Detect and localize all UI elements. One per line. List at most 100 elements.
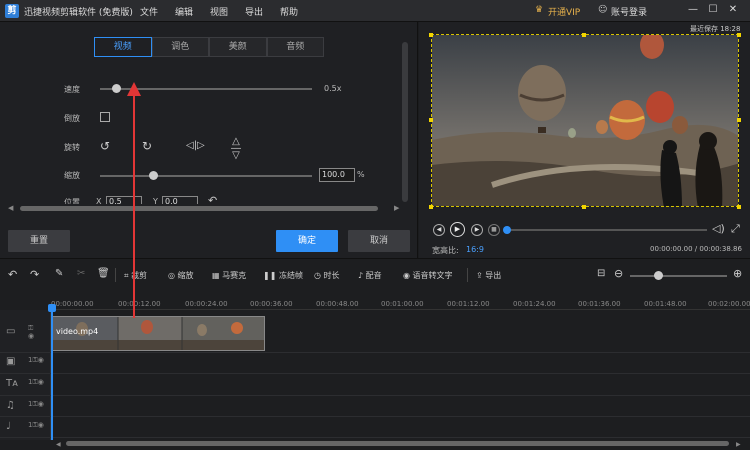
delete-icon[interactable]: 🗑	[97, 268, 110, 279]
speed-label: 速度	[64, 85, 80, 94]
next-frame-icon[interactable]: ▶	[471, 224, 483, 236]
tab-video[interactable]: 视频	[94, 37, 152, 57]
resize-handle[interactable]	[429, 33, 433, 37]
cut-icon[interactable]: ✂	[77, 268, 85, 279]
confirm-button[interactable]: 确定	[276, 230, 338, 252]
crown-icon: ♛	[535, 5, 544, 15]
stop-icon[interactable]: ■	[488, 224, 500, 236]
preview-image	[432, 35, 738, 206]
resize-handle[interactable]	[737, 33, 741, 37]
timeline-zoom-thumb[interactable]	[654, 271, 663, 280]
reset-position-icon[interactable]: ↶	[208, 194, 217, 204]
export-tool[interactable]: ⇪ 导出	[476, 270, 501, 281]
resize-handle[interactable]	[429, 118, 433, 122]
previous-frame-icon[interactable]: ◀	[433, 224, 445, 236]
ruler-tick: 00:01:00.00	[381, 300, 424, 308]
clip-name: video.mp4	[56, 327, 99, 336]
flip-horizontal-icon[interactable]: ◁|▷	[186, 140, 205, 151]
zoom-tool[interactable]: ◎ 缩放	[168, 270, 194, 281]
app-logo: 剪	[5, 4, 19, 18]
rotate-left-icon[interactable]: ↺	[100, 139, 110, 153]
tab-color[interactable]: 调色	[151, 37, 209, 57]
scroll-left-icon[interactable]: ◀	[8, 204, 13, 212]
tab-audio[interactable]: 音频	[266, 37, 324, 57]
menu-view[interactable]: 视图	[210, 5, 228, 18]
close-button[interactable]: ✕	[726, 3, 740, 17]
tab-beauty[interactable]: 美颜	[209, 37, 267, 57]
ruler-tick: 00:01:48.00	[644, 300, 687, 308]
video-clip[interactable]: video.mp4	[51, 316, 265, 351]
cancel-button[interactable]: 取消	[348, 230, 410, 252]
timeline-playhead[interactable]	[51, 306, 53, 440]
undo-icon[interactable]: ↶	[8, 268, 17, 281]
zoom-input[interactable]: 100.0	[319, 168, 355, 182]
aspect-label: 宽高比:	[432, 246, 459, 255]
speech-to-text-tool[interactable]: ◉ 语音转文字	[403, 270, 453, 281]
mosaic-tool[interactable]: ▦ 马赛克	[212, 270, 246, 281]
menu-file[interactable]: 文件	[140, 5, 158, 18]
timeline-hscrollbar[interactable]	[66, 441, 729, 446]
divider	[467, 268, 468, 282]
freeze-label: 冻结帧	[278, 271, 303, 280]
timeline-panel	[0, 258, 750, 450]
aspect-value[interactable]: 16:9	[466, 245, 484, 254]
video-track-icon: ▭	[6, 326, 16, 337]
menu-edit[interactable]: 编辑	[175, 5, 193, 18]
playhead-handle[interactable]	[48, 304, 56, 312]
zoom-unit: %	[357, 170, 365, 179]
resize-handle[interactable]	[582, 205, 586, 209]
edit-panel-scrollbar[interactable]	[402, 42, 408, 202]
timeline-zoom-slider[interactable]	[630, 275, 727, 277]
resize-handle[interactable]	[737, 118, 741, 122]
menu-export[interactable]: 导出	[245, 5, 263, 18]
resize-handle[interactable]	[737, 205, 741, 209]
login-button[interactable]: 账号登录	[611, 5, 647, 18]
reverse-checkbox[interactable]	[100, 112, 110, 122]
divider	[115, 268, 116, 282]
duration-tool[interactable]: ◷ 时长	[314, 270, 340, 281]
playhead-thumb[interactable]	[503, 226, 511, 234]
vip-button[interactable]: 开通VIP	[548, 5, 580, 18]
pos-y-input[interactable]: 0.0	[162, 196, 198, 204]
dub-tool[interactable]: ♪ 配音	[358, 270, 382, 281]
volume-icon[interactable]: ◁)	[712, 222, 725, 235]
track-lock-icon[interactable]: ⚿ ◉	[28, 324, 34, 340]
resize-handle[interactable]	[429, 205, 433, 209]
ruler-tick: 00:01:36.00	[578, 300, 621, 308]
track-lock-icon[interactable]: 1⚿◉	[28, 400, 44, 409]
track-divider	[0, 437, 750, 438]
edit-icon[interactable]: ✎	[55, 268, 63, 279]
flip-vertical-icon[interactable]: △ ― ▽	[231, 137, 241, 161]
track-lock-icon[interactable]: 1⚿◉	[28, 421, 44, 430]
zoom-icon: ◎	[168, 271, 178, 280]
scroll-left-icon[interactable]: ◀	[56, 441, 61, 448]
zoom-out-icon[interactable]: ⊖	[614, 267, 623, 280]
reset-button[interactable]: 重置	[8, 230, 70, 252]
fullscreen-icon[interactable]: ⤢	[731, 222, 740, 236]
playback-progress[interactable]	[507, 229, 707, 231]
maximize-button[interactable]: ☐	[706, 3, 720, 17]
edit-panel-hscrollbar[interactable]	[20, 206, 378, 211]
clock-icon: ◷	[314, 271, 324, 280]
minimize-button[interactable]: —	[686, 3, 700, 17]
annotation-arrow	[127, 82, 141, 318]
track-lock-icon[interactable]: 1⚿◉	[28, 378, 44, 387]
position-row: 位置 X 0.5 Y 0.0 ↶	[0, 194, 402, 204]
play-icon[interactable]: ▶	[450, 222, 465, 237]
zoom-slider-thumb[interactable]	[148, 171, 158, 180]
track-divider	[0, 416, 750, 417]
scroll-right-icon[interactable]: ▶	[394, 204, 399, 212]
menu-help[interactable]: 帮助	[280, 5, 298, 18]
scroll-right-icon[interactable]: ▶	[736, 441, 741, 448]
track-divider	[0, 395, 750, 396]
pip-track-icon: ▣	[6, 356, 16, 367]
redo-icon[interactable]: ↷	[30, 268, 39, 281]
freeze-frame-tool[interactable]: ❚❚ 冻结帧	[263, 270, 303, 281]
speech-icon: ◉	[403, 271, 413, 280]
fit-timeline-icon[interactable]: ⊟	[597, 268, 605, 279]
track-lock-icon[interactable]: 1⚿◉	[28, 356, 44, 365]
ruler-tick: 00:01:24.00	[513, 300, 556, 308]
zoom-in-icon[interactable]: ⊕	[733, 267, 742, 280]
time-display: 00:00:00.00 / 00:00:38.86	[650, 245, 742, 253]
resize-handle[interactable]	[582, 33, 586, 37]
